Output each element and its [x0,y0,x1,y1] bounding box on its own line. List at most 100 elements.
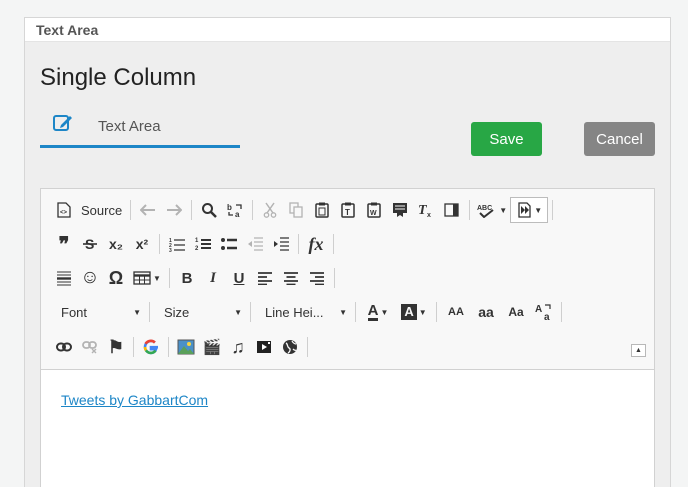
unlink-icon[interactable] [77,334,103,360]
uppercase-icon[interactable]: AA [441,299,471,325]
page-title: Single Column [40,64,197,91]
chevron-down-icon: ▼ [534,205,543,215]
link-icon[interactable] [51,334,77,360]
copy-icon[interactable] [283,197,309,223]
tab-text-area[interactable]: Text Area [40,110,240,148]
audio-icon[interactable]: ♫ [225,334,251,360]
chevron-down-icon: ▼ [339,307,347,317]
toolbar-separator [252,200,254,220]
svg-text:b: b [227,203,232,212]
toolbar-row-5: ⚑ 🎬 ♫ [51,334,312,360]
svg-text:2: 2 [195,246,199,252]
subscript-icon[interactable]: x₂ [103,231,129,257]
toolbar-separator [149,302,150,322]
image-icon[interactable] [173,334,199,360]
video-icon[interactable]: 🎬 [199,334,225,360]
search-icon[interactable] [196,197,222,223]
paste-word-icon[interactable]: W [361,197,387,223]
font-select[interactable]: Font ▼ [51,300,145,324]
toolbar-row-4: Font ▼ Size ▼ Line Hei... ▼ A ▼ A ▼ AA a… [51,299,566,325]
toolbar-separator [159,234,160,254]
cut-icon[interactable] [257,197,283,223]
table-dropdown[interactable]: ▼ [129,265,165,291]
tab-label: Text Area [98,118,161,135]
source-button[interactable]: Source [77,197,126,223]
svg-text:<>: <> [60,210,68,216]
ordered-list-icon[interactable]: 12 [190,231,216,257]
toolbar-row-3: ☺ Ω ▼ B I U [51,265,339,291]
align-left-icon[interactable] [252,265,278,291]
toolbar-separator [552,200,554,220]
size-select[interactable]: Size ▼ [154,300,246,324]
collapse-toolbar-button[interactable]: ▲ [631,344,646,357]
titlecase-icon[interactable]: Aa [501,299,531,325]
toolbar-row-1: <> Source ba T W T x ABC ▼ ▼ [51,197,557,223]
emoji-icon[interactable]: ☺ [77,265,103,291]
blockquote-icon[interactable]: ❞ [51,231,77,257]
globe-icon[interactable] [277,334,303,360]
templates-icon[interactable] [387,197,413,223]
toolbar-separator [334,268,335,288]
underline-icon[interactable]: U [226,265,252,291]
text-color-dropdown[interactable]: A ▼ [360,299,396,325]
chevron-down-icon: ▼ [380,307,389,317]
svg-text:x: x [427,212,431,218]
toolbar-separator [355,302,356,322]
svg-text:A: A [535,304,542,315]
rich-text-editor: <> Source ba T W T x ABC ▼ ▼ ❞ S x₂ x² 1… [40,188,655,487]
svg-text:1: 1 [195,238,199,244]
toolbar-separator [436,302,437,322]
chevron-down-icon: ▼ [418,307,427,317]
save-button[interactable]: Save [471,122,542,156]
font-select-label: Font [61,304,88,320]
source-icon[interactable]: <> [51,197,77,223]
function-icon[interactable]: fx [303,231,329,257]
remove-format-icon[interactable]: Tx [413,197,439,223]
paste-icon[interactable] [309,197,335,223]
numbered-list-icon[interactable]: 123 [164,231,190,257]
svg-text:ABC: ABC [477,205,492,212]
toolbar-separator [168,337,169,357]
youtube-icon[interactable] [251,334,277,360]
line-height-select[interactable]: Line Hei... ▼ [255,300,351,324]
svg-text:3: 3 [169,248,172,252]
toggle-case-icon[interactable]: Aa [531,299,557,325]
spellcheck-dropdown[interactable]: ABC ▼ [474,197,510,223]
superscript-icon[interactable]: x² [129,231,155,257]
special-character-icon[interactable]: Ω [103,265,129,291]
toolbar-separator [307,337,308,357]
google-icon[interactable] [138,334,164,360]
anchor-flag-icon[interactable]: ⚑ [103,334,129,360]
text-color-icon: A [367,302,379,321]
outdent-icon[interactable] [242,231,268,257]
undo-icon[interactable] [135,197,161,223]
redo-icon[interactable] [161,197,187,223]
edit-icon [52,112,74,134]
panel-title: Text Area [25,18,670,42]
toolbar-separator [133,337,134,357]
italic-icon[interactable]: I [200,265,226,291]
align-right-icon[interactable] [304,265,330,291]
lowercase-icon[interactable]: aa [471,299,501,325]
align-center-icon[interactable] [278,265,304,291]
language-dropdown[interactable]: ▼ [510,197,549,223]
toolbar-separator [298,234,299,254]
bold-icon[interactable]: B [174,265,200,291]
size-select-label: Size [164,304,190,320]
chevron-down-icon: ▼ [133,307,141,317]
tweets-link[interactable]: Tweets by GabbartCom [61,392,208,408]
bulleted-list-icon[interactable] [216,231,242,257]
cancel-button[interactable]: Cancel [584,122,655,156]
horizontal-rule-icon[interactable] [51,265,77,291]
indent-icon[interactable] [268,231,294,257]
strikethrough-icon[interactable]: S [77,231,103,257]
background-color-dropdown[interactable]: A ▼ [396,299,432,325]
maximize-icon[interactable] [439,197,465,223]
paste-text-icon[interactable]: T [335,197,361,223]
editor-content[interactable]: Tweets by GabbartCom [41,370,654,410]
replace-icon[interactable]: ba [222,197,248,223]
chevron-down-icon: ▼ [153,273,161,283]
chevron-down-icon: ▼ [499,205,508,215]
toolbar-separator [250,302,251,322]
line-height-select-label: Line Hei... [265,304,324,320]
